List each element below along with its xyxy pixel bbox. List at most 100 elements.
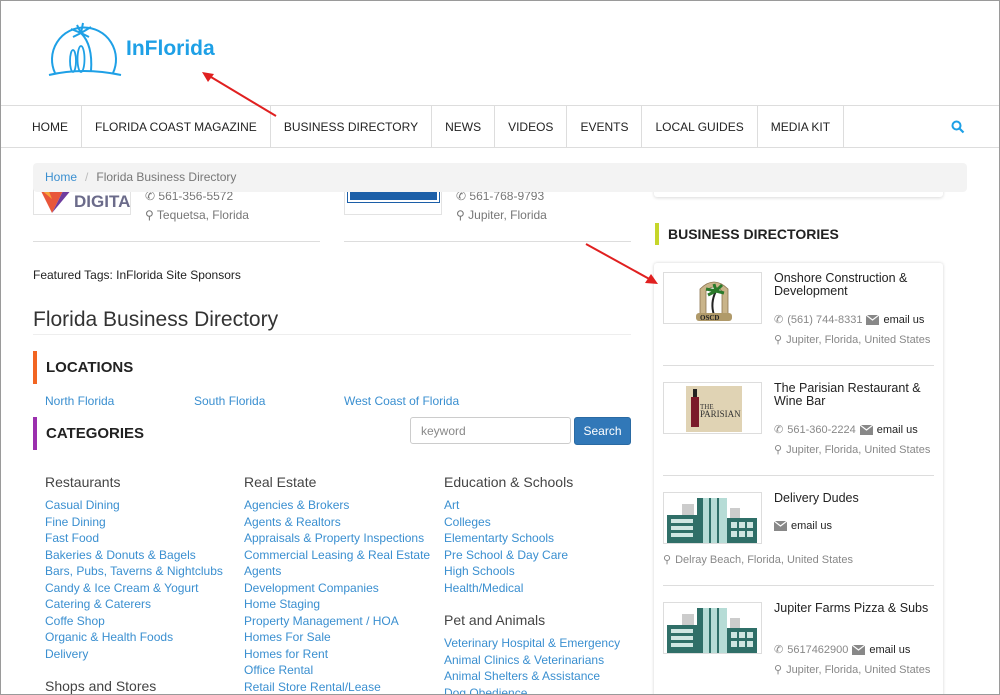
divider	[663, 585, 934, 586]
business-phone[interactable]: 5617462900	[787, 644, 848, 656]
nav-item-videos[interactable]: VIDEOS	[495, 106, 568, 147]
category-link[interactable]: Office Rental	[244, 662, 430, 679]
business-logo-placeholder[interactable]	[663, 492, 762, 544]
category-group-title[interactable]: Restaurants	[45, 474, 223, 491]
category-link[interactable]: Candy & Ice Cream & Yogurt	[45, 580, 223, 597]
category-link[interactable]: Veterinary Hospital & Emergency	[444, 635, 620, 652]
business-logo-placeholder[interactable]	[663, 602, 762, 654]
nav-item-florida-coast-magazine[interactable]: FLORIDA COAST MAGAZINE	[82, 106, 271, 147]
business-phone[interactable]: 561-360-2224	[787, 424, 856, 436]
category-group-title[interactable]: Pet and Animals	[444, 612, 620, 629]
location-link-south-florida[interactable]: South Florida	[194, 394, 265, 408]
location-link-north-florida[interactable]: North Florida	[45, 394, 114, 408]
email-link[interactable]: email us	[869, 644, 910, 656]
map-marker-icon: ⚲	[663, 554, 672, 566]
divider	[663, 365, 934, 366]
category-link[interactable]: Homes for Rent	[244, 646, 430, 663]
category-group-title[interactable]: Shops and Stores	[45, 678, 223, 694]
business-location: ⚲ Jupiter, Florida, United States	[774, 333, 931, 347]
category-column: Education & Schools Art Colleges Elementart…	[444, 474, 620, 695]
category-link[interactable]: Development Companies	[244, 580, 430, 597]
category-link[interactable]: Fine Dining	[45, 514, 223, 531]
category-link[interactable]: Commercial Leasing & Real Estate	[244, 547, 430, 564]
business-logo-osc[interactable]: OSCD	[663, 272, 762, 324]
business-contact: ✆ (561) 744-8331 email us	[774, 313, 924, 327]
main-nav: HOME FLORIDA COAST MAGAZINE BUSINESS DIR…	[1, 105, 999, 148]
category-link[interactable]: Animal Shelters & Assistance	[444, 668, 620, 685]
category-link[interactable]: Retail Store Rental/Lease	[244, 679, 430, 695]
email-link[interactable]: email us	[883, 314, 924, 326]
search-button[interactable]: Search	[574, 417, 631, 445]
category-link[interactable]: Fast Food	[45, 530, 223, 547]
envelope-icon	[852, 644, 866, 655]
category-link[interactable]: Organic & Health Foods	[45, 629, 223, 646]
building-icon	[667, 608, 757, 653]
nav-item-events[interactable]: EVENTS	[567, 106, 643, 147]
email-link[interactable]: email us	[877, 424, 918, 436]
category-link[interactable]: Appraisals & Property Inspections	[244, 530, 430, 547]
envelope-icon	[774, 521, 787, 531]
sponsor-location: ⚲ Tequetsa, Florida	[145, 208, 249, 222]
category-link[interactable]: Delivery	[45, 646, 223, 663]
category-group-title[interactable]: Real Estate	[244, 474, 430, 491]
category-link[interactable]: Agencies & Brokers	[244, 497, 430, 514]
category-column: Restaurants Casual Dining Fine Dining Fast …	[45, 474, 223, 694]
search-icon[interactable]	[951, 120, 965, 134]
category-link[interactable]: Coffe Shop	[45, 613, 223, 630]
business-name[interactable]: Delivery Dudes	[774, 492, 934, 505]
page: InFlorida HOME FLORIDA COAST MAGAZINE BU…	[0, 0, 1000, 695]
business-location: ⚲ Delray Beach, Florida, United States	[663, 553, 853, 567]
category-link[interactable]: Colleges	[444, 514, 620, 531]
brand-name[interactable]: InFlorida	[126, 37, 215, 61]
email-link[interactable]: email us	[791, 520, 832, 532]
nav-item-business-directory[interactable]: BUSINESS DIRECTORY	[271, 106, 433, 147]
category-link[interactable]: Animal Clinics & Veterinarians	[444, 652, 620, 669]
business-location: ⚲ Jupiter, Florida, United States	[774, 663, 931, 677]
map-marker-icon: ⚲	[456, 208, 465, 222]
business-contact: ✆ 5617462900 email us	[774, 643, 910, 657]
category-link[interactable]: Agents	[244, 563, 430, 580]
breadcrumb-separator: /	[85, 170, 89, 184]
keyword-search-input[interactable]	[410, 417, 571, 444]
breadcrumb-home-link[interactable]: Home	[45, 170, 77, 184]
category-link[interactable]: Bars, Pubs, Taverns & Nightclubs	[45, 563, 223, 580]
divider	[33, 241, 320, 242]
category-group-title[interactable]: Education & Schools	[444, 474, 620, 491]
business-phone[interactable]: (561) 744-8331	[787, 314, 862, 326]
business-directories-panel: OSCD Onshore Construction & Development …	[654, 263, 943, 694]
breadcrumb-current: Florida Business Directory	[96, 170, 237, 184]
category-link[interactable]: Homes For Sale	[244, 629, 430, 646]
category-link[interactable]: Health/Medical	[444, 580, 620, 597]
category-link[interactable]: Art	[444, 497, 620, 514]
breadcrumb: Home / Florida Business Directory	[33, 163, 967, 192]
map-marker-icon: ⚲	[774, 444, 783, 456]
business-name[interactable]: Onshore Construction & Development	[774, 272, 934, 298]
category-link[interactable]: Catering & Caterers	[45, 596, 223, 613]
business-name[interactable]: The Parisian Restaurant & Wine Bar	[774, 382, 934, 408]
category-link[interactable]: Bakeries & Donuts & Bagels	[45, 547, 223, 564]
category-link[interactable]: Agents & Realtors	[244, 514, 430, 531]
category-link[interactable]: Elementarty Schools	[444, 530, 620, 547]
divider	[344, 241, 631, 242]
business-contact: email us	[774, 520, 832, 532]
business-directories-heading: BUSINESS DIRECTORIES	[655, 223, 839, 245]
nav-item-local-guides[interactable]: LOCAL GUIDES	[642, 106, 758, 147]
category-link[interactable]: High Schools	[444, 563, 620, 580]
category-link[interactable]: Pre School & Day Care	[444, 547, 620, 564]
nav-item-media-kit[interactable]: MEDIA KIT	[758, 106, 845, 147]
business-contact: ✆ 561-360-2224 email us	[774, 423, 918, 437]
category-link[interactable]: Casual Dining	[45, 497, 223, 514]
business-location: ⚲ Jupiter, Florida, United States	[774, 443, 931, 457]
category-link[interactable]: Home Staging	[244, 596, 430, 613]
nav-item-news[interactable]: NEWS	[432, 106, 496, 147]
nav-item-home[interactable]: HOME	[1, 106, 82, 147]
sponsor-logo-text: DIGITAL	[74, 192, 131, 211]
map-marker-icon: ⚲	[774, 664, 783, 676]
category-link[interactable]: Dog Obedience	[444, 685, 620, 695]
business-name[interactable]: Jupiter Farms Pizza & Subs	[774, 602, 934, 615]
business-logo-parisian[interactable]: THE PARISIAN	[663, 382, 762, 434]
location-link-west-coast[interactable]: West Coast of Florida	[344, 394, 459, 408]
category-link[interactable]: Property Management / HOA	[244, 613, 430, 630]
featured-tags[interactable]: Featured Tags: InFlorida Site Sponsors	[33, 268, 241, 282]
